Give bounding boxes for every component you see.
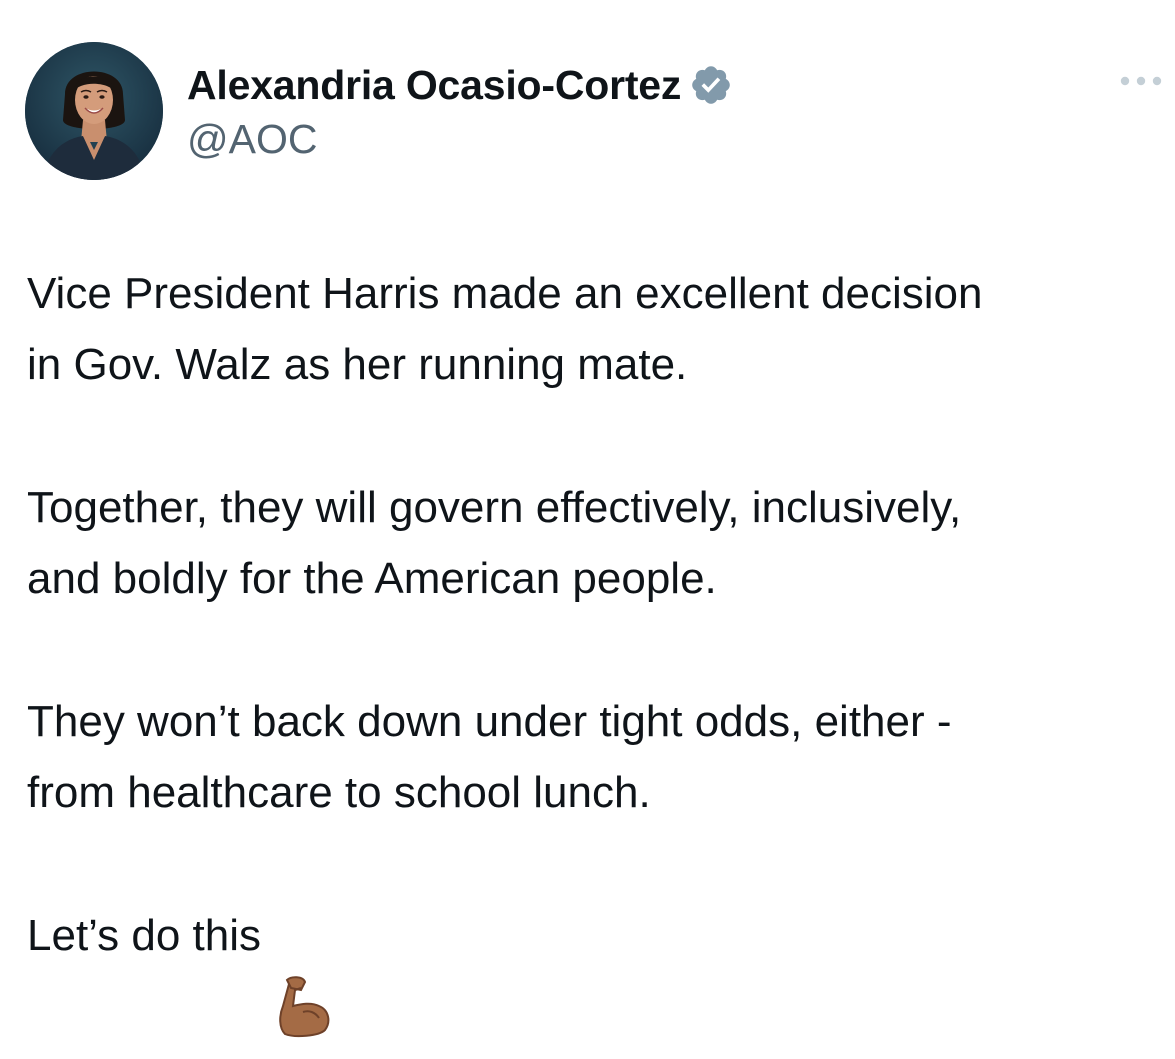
tweet-paragraph: Together, they will govern effectively, … (27, 483, 962, 603)
tweet-paragraph-last: Let’s do this (27, 900, 1167, 1037)
flexed-biceps-icon (275, 905, 333, 1037)
more-options-icon[interactable] (1116, 72, 1166, 90)
tweet-paragraph: Vice President Harris made an excellent … (27, 269, 983, 389)
avatar[interactable] (25, 42, 163, 180)
author-name-row: Alexandria Ocasio-Cortez (187, 60, 733, 110)
author-display-name[interactable]: Alexandria Ocasio-Cortez (187, 62, 681, 109)
tweet-text: Vice President Harris made an excellent … (27, 258, 1167, 1037)
profile-photo (25, 42, 163, 180)
tweet-paragraph: They won’t back down under tight odds, e… (27, 697, 952, 817)
tweet-paragraph: Let’s do this (27, 911, 262, 960)
author-handle[interactable]: @AOC (187, 116, 317, 163)
verified-badge-icon[interactable] (689, 63, 733, 107)
